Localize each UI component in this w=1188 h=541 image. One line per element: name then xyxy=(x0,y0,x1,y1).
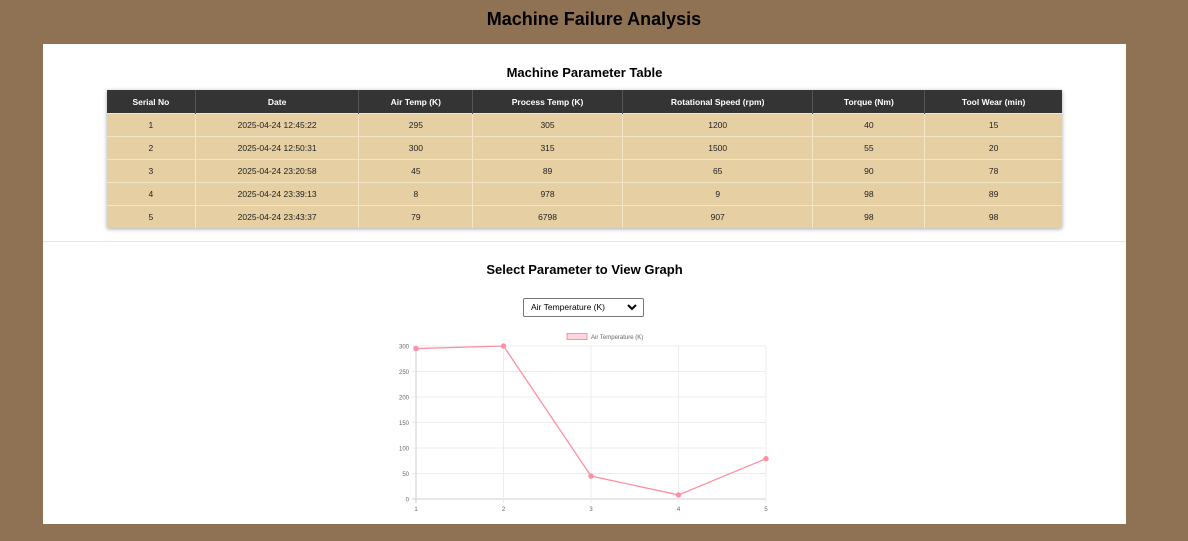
main-panel: Machine Parameter Table Serial No Date A… xyxy=(43,44,1126,524)
column-header: Date xyxy=(195,90,360,114)
column-header: Tool Wear (min) xyxy=(924,90,1062,114)
table-cell: 8 xyxy=(358,182,474,206)
table-cell: 55 xyxy=(812,136,926,160)
column-header: Torque (Nm) xyxy=(812,90,926,114)
graph-section-title: Select Parameter to View Graph xyxy=(486,262,683,277)
table-cell: 2025-04-24 12:50:31 xyxy=(195,136,360,160)
table-row: 3 2025-04-24 23:20:58 45 89 65 90 78 xyxy=(107,159,1062,183)
table-row: 2 2025-04-24 12:50:31 300 315 1500 55 20 xyxy=(107,136,1062,160)
table-cell: 3 xyxy=(107,159,196,183)
table-cell: 4 xyxy=(107,182,196,206)
table-cell: 300 xyxy=(358,136,474,160)
table-cell: 40 xyxy=(812,113,926,137)
air-temperature-line-chart: 0 50 100 150 200 250 300 1 2 3 4 5 Air Temperature (… xyxy=(399,333,769,513)
section-divider xyxy=(43,241,1126,242)
table-cell: 1200 xyxy=(622,113,814,137)
table-cell: 98 xyxy=(924,205,1062,228)
data-point xyxy=(675,492,682,498)
table-row: 5 2025-04-24 23:43:37 79 6798 907 98 98 xyxy=(107,205,1062,228)
y-tick-label: 150 xyxy=(399,421,410,427)
data-point xyxy=(413,345,419,352)
x-tick-label: 2 xyxy=(502,507,506,513)
table-cell: 45 xyxy=(358,159,474,183)
parameter-select-value: Air Temperature (K) xyxy=(531,302,606,312)
table-cell: 907 xyxy=(622,205,814,228)
table-row: 1 2025-04-24 12:45:22 295 305 1200 40 15 xyxy=(107,113,1062,137)
table-cell: 89 xyxy=(924,182,1062,206)
x-tick-label: 5 xyxy=(764,507,768,513)
legend-label: Air Temperature (K) xyxy=(591,335,643,341)
table-cell: 315 xyxy=(472,136,623,160)
x-tick-label: 4 xyxy=(677,507,681,513)
table-cell: 20 xyxy=(924,136,1062,160)
table-cell: 79 xyxy=(358,205,474,228)
table-cell: 2025-04-24 23:39:13 xyxy=(195,182,360,206)
data-point xyxy=(588,473,594,479)
table-cell: 98 xyxy=(812,182,926,206)
table-cell: 2 xyxy=(107,136,196,160)
table-cell: 5 xyxy=(107,205,196,228)
page-title: Machine Failure Analysis xyxy=(486,9,702,29)
table-cell: 1500 xyxy=(622,136,814,160)
x-tick-label: 1 xyxy=(414,507,418,513)
legend-swatch xyxy=(566,333,588,340)
table-cell: 89 xyxy=(472,159,623,183)
x-tick-label: 3 xyxy=(589,507,593,513)
table-cell: 305 xyxy=(472,113,623,137)
table-cell: 78 xyxy=(924,159,1062,183)
parameter-select[interactable]: Air Temperature (K) xyxy=(523,298,644,317)
column-header: Process Temp (K) xyxy=(472,90,623,114)
y-tick-label: 100 xyxy=(399,447,410,453)
table-cell: 15 xyxy=(924,113,1062,137)
table-cell: 9 xyxy=(622,182,814,206)
column-header: Serial No xyxy=(107,90,196,114)
data-point xyxy=(763,456,769,462)
column-header: Rotational Speed (rpm) xyxy=(622,90,814,114)
table-cell: 98 xyxy=(812,205,926,228)
machine-parameter-table: Serial No Date Air Temp (K) Process Temp… xyxy=(107,90,1062,228)
y-tick-label: 50 xyxy=(402,472,409,478)
table-cell: 65 xyxy=(622,159,814,183)
table-cell: 90 xyxy=(812,159,926,183)
y-tick-label: 300 xyxy=(399,345,410,351)
y-tick-label: 250 xyxy=(399,370,410,376)
table-section-title: Machine Parameter Table xyxy=(506,65,663,80)
table-row: 4 2025-04-24 23:39:13 8 978 9 98 89 xyxy=(107,182,1062,206)
table-cell: 1 xyxy=(107,113,196,137)
table-cell: 2025-04-24 23:20:58 xyxy=(195,159,360,183)
table-cell: 2025-04-24 12:45:22 xyxy=(195,113,360,137)
column-header: Air Temp (K) xyxy=(358,90,474,114)
table-cell: 6798 xyxy=(472,205,623,228)
y-tick-label: 200 xyxy=(399,396,410,402)
y-tick-label: 0 xyxy=(406,498,410,504)
table-header-row: Serial No Date Air Temp (K) Process Temp… xyxy=(107,90,1062,114)
data-point xyxy=(500,343,507,349)
table-cell: 2025-04-24 23:43:37 xyxy=(195,205,360,228)
table-cell: 295 xyxy=(358,113,474,137)
chevron-down-icon xyxy=(627,304,637,311)
table-cell: 978 xyxy=(472,182,623,206)
